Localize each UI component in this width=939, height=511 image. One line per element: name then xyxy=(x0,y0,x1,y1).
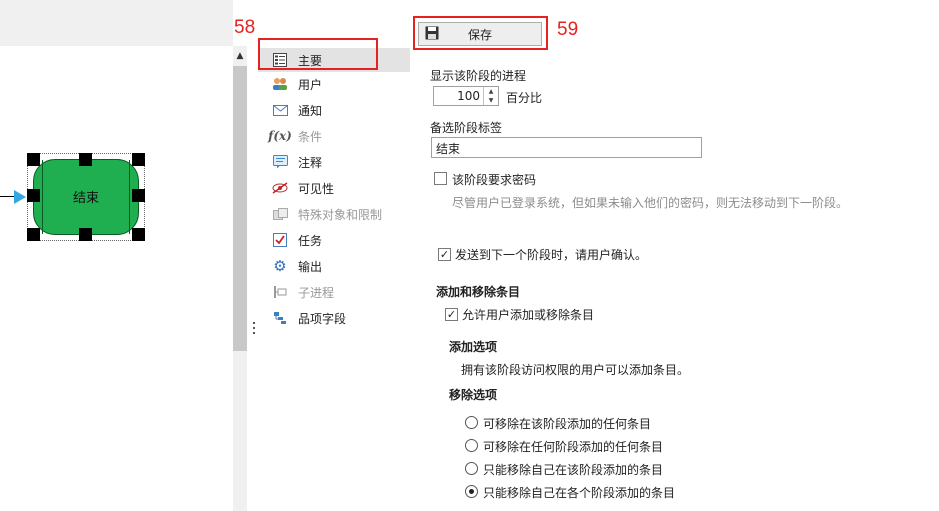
item-fields-icon xyxy=(271,309,289,327)
allow-add-remove-checkbox[interactable]: ✓ xyxy=(445,308,458,321)
progress-percent-stepper[interactable]: 100 ▲ ▼ xyxy=(433,86,499,106)
callout-box-main xyxy=(258,38,378,70)
nav-item-label: 子进程 xyxy=(298,285,335,300)
visibility-eye-icon xyxy=(271,179,289,197)
add-options-title: 添加选项 xyxy=(449,340,498,354)
workflow-canvas[interactable] xyxy=(0,46,233,511)
resize-handle-top[interactable] xyxy=(79,153,92,166)
scrollbar-thumb[interactable] xyxy=(233,66,247,351)
nav-item-notifications[interactable]: 通知 xyxy=(258,98,410,122)
comment-icon xyxy=(271,153,289,171)
remove-option-radio-0[interactable] xyxy=(465,416,478,429)
resize-handle-left[interactable] xyxy=(27,189,40,202)
add-remove-section-title: 添加和移除条目 xyxy=(436,285,521,299)
nav-item-comments[interactable]: 注释 xyxy=(258,150,410,174)
stepper-down-icon[interactable]: ▼ xyxy=(484,96,498,105)
require-password-checkbox[interactable] xyxy=(434,172,447,185)
nav-item-label: 注释 xyxy=(298,155,323,170)
nav-item-label: 可见性 xyxy=(298,181,335,196)
special-objects-icon xyxy=(271,205,289,223)
progress-unit: 百分比 xyxy=(506,91,543,105)
nav-scrollbar[interactable]: ▲ xyxy=(233,46,247,511)
nav-item-label: 条件 xyxy=(298,129,323,144)
nav-item-conditions[interactable]: f(x) 条件 xyxy=(258,124,410,148)
nav-item-label: 任务 xyxy=(298,233,323,248)
resize-handle-top-right[interactable] xyxy=(132,153,145,166)
alt-stage-label-input[interactable]: 结束 xyxy=(431,137,702,158)
nav-item-item-fields[interactable]: 品项字段 xyxy=(258,306,410,330)
end-stage-shape[interactable]: 结束 xyxy=(33,159,139,235)
save-button-label: 保存 xyxy=(467,27,492,42)
nav-item-label: 用户 xyxy=(298,77,323,92)
alt-label-title: 备选阶段标签 xyxy=(430,121,503,135)
resize-handle-bottom[interactable] xyxy=(79,228,92,241)
add-options-text: 拥有该阶段访问权限的用户可以添加条目。 xyxy=(461,363,690,377)
resize-handle-bottom-left[interactable] xyxy=(27,228,40,241)
nav-item-label: 通知 xyxy=(298,103,323,118)
confirm-move-checkbox[interactable]: ✓ xyxy=(438,248,451,261)
allow-add-remove-label: 允许用户添加或移除条目 xyxy=(462,308,595,322)
require-password-hint: 尽管用户已登录系统，但如果未输入他们的密码，则无法移动到下一阶段。 xyxy=(452,196,849,210)
task-checklist-icon xyxy=(271,231,289,249)
users-icon xyxy=(271,75,289,93)
scroll-up-icon[interactable]: ▲ xyxy=(235,51,245,61)
progress-label: 显示该阶段的进程 xyxy=(430,69,527,83)
save-button[interactable]: 保存 xyxy=(418,22,542,46)
resize-handle-top-left[interactable] xyxy=(27,153,40,166)
remove-option-label: 只能移除自己在该阶段添加的条目 xyxy=(483,463,664,477)
nav-item-output[interactable]: ⚙ 输出 xyxy=(258,254,410,278)
function-icon: f(x) xyxy=(268,129,292,143)
floppy-disk-icon xyxy=(425,26,441,42)
connector-arrow-icon[interactable] xyxy=(14,190,26,204)
panel-resize-grip-icon[interactable] xyxy=(252,322,256,338)
stepper-up-icon[interactable]: ▲ xyxy=(484,87,498,96)
remove-options-title: 移除选项 xyxy=(449,388,498,402)
nav-item-special-objects[interactable]: 特殊对象和限制 xyxy=(258,202,410,226)
gear-output-icon: ⚙ xyxy=(273,257,287,275)
envelope-icon xyxy=(271,101,289,119)
remove-option-radio-3[interactable] xyxy=(465,485,478,498)
nav-item-visibility[interactable]: 可见性 xyxy=(258,176,410,200)
nav-item-label: 输出 xyxy=(298,259,323,274)
nav-item-tasks[interactable]: 任务 xyxy=(258,228,410,252)
remove-option-label: 可移除在任何阶段添加的任何条目 xyxy=(483,440,664,454)
remove-option-radio-2[interactable] xyxy=(465,462,478,475)
nav-item-subprocess[interactable]: 子进程 xyxy=(258,280,410,304)
resize-handle-bottom-right[interactable] xyxy=(132,228,145,241)
callout-number-59: 59 xyxy=(557,19,579,40)
remove-option-radio-1[interactable] xyxy=(465,439,478,452)
callout-number-58: 58 xyxy=(234,17,256,38)
remove-option-label: 可移除在该阶段添加的任何条目 xyxy=(483,417,652,431)
subprocess-icon xyxy=(271,283,289,301)
nav-item-label: 特殊对象和限制 xyxy=(298,207,383,222)
progress-value: 100 xyxy=(457,89,480,103)
require-password-label: 该阶段要求密码 xyxy=(452,173,537,187)
confirm-move-label: 发送到下一个阶段时，请用户确认。 xyxy=(455,248,648,262)
nav-item-users[interactable]: 用户 xyxy=(258,72,410,96)
remove-option-label: 只能移除自己在各个阶段添加的条目 xyxy=(483,486,676,500)
shape-label: 结束 xyxy=(72,191,99,206)
resize-handle-right[interactable] xyxy=(132,189,145,202)
canvas-toolbar-area xyxy=(0,0,233,46)
nav-item-label: 品项字段 xyxy=(298,311,347,326)
